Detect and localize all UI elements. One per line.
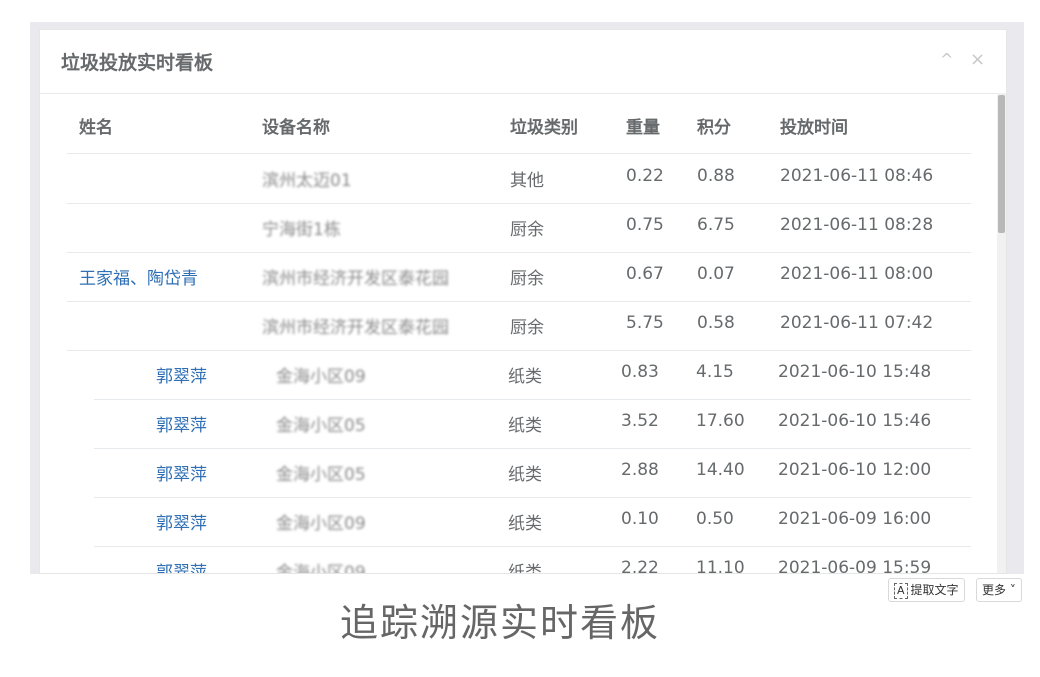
records-table: 姓名 设备名称 垃圾类别 重量 积分 投放时间 滨州太迈01 其他 0.22 0… <box>40 93 997 574</box>
row-time: 2021-06-10 12:00 <box>778 460 932 480</box>
row-name[interactable]: 郭翠萍 <box>156 558 207 573</box>
row-device: 金海小区09 <box>276 514 366 534</box>
row-weight: 0.22 <box>626 166 664 186</box>
row-weight: 0.10 <box>621 509 659 529</box>
row-weight: 2.88 <box>621 460 659 480</box>
row-time: 2021-06-09 15:59 <box>778 558 932 574</box>
row-device: 金海小区09 <box>276 563 366 574</box>
row-time: 2021-06-11 07:42 <box>780 313 934 333</box>
table-row[interactable]: 郭翠萍 金海小区09 纸类 0.10 0.50 2021-06-09 16:00 <box>94 497 971 547</box>
row-points: 0.58 <box>697 313 735 333</box>
table-row[interactable]: 滨州市经济开发区泰花园 厨余 5.75 0.58 2021-06-11 07:4… <box>67 301 971 351</box>
panel-title: 垃圾投放实时看板 <box>61 52 214 74</box>
row-time: 2021-06-09 16:00 <box>778 509 932 529</box>
row-device: 金海小区09 <box>276 367 366 387</box>
row-category: 厨余 <box>510 318 544 338</box>
row-name[interactable]: 郭翠萍 <box>156 411 207 436</box>
row-time: 2021-06-10 15:48 <box>778 362 932 382</box>
row-category: 纸类 <box>508 416 542 436</box>
row-device: 滨州市经济开发区泰花园 <box>262 269 449 289</box>
row-device: 金海小区05 <box>276 416 366 436</box>
row-name[interactable]: 郭翠萍 <box>156 460 207 485</box>
col-header-name: 姓名 <box>79 118 113 138</box>
row-time: 2021-06-11 08:46 <box>780 166 934 186</box>
row-points: 17.60 <box>696 411 745 431</box>
row-device: 金海小区05 <box>276 465 366 485</box>
table-row[interactable]: 宁海街1栋 厨余 0.75 6.75 2021-06-11 08:28 <box>67 203 971 253</box>
row-category: 纸类 <box>508 563 542 574</box>
vertical-scrollbar[interactable] <box>997 93 1006 573</box>
row-time: 2021-06-11 08:00 <box>780 264 934 284</box>
collapse-icon[interactable]: ^ <box>940 50 953 70</box>
row-weight: 0.83 <box>621 362 659 382</box>
row-name[interactable]: 王家福、陶岱青 <box>79 264 198 289</box>
row-points: 14.40 <box>696 460 745 480</box>
row-weight: 2.22 <box>621 558 659 574</box>
row-points: 0.50 <box>696 509 734 529</box>
row-device: 滨州太迈01 <box>262 171 352 191</box>
row-points: 4.15 <box>696 362 734 382</box>
realtime-dashboard-panel: 垃圾投放实时看板 ^ × 姓名 设备名称 垃圾类别 重量 积分 投放时间 滨州太… <box>39 29 1007 574</box>
table-row[interactable]: 郭翠萍 金海小区05 纸类 3.52 17.60 2021-06-10 15:4… <box>94 399 971 449</box>
row-category: 厨余 <box>510 220 544 240</box>
row-time: 2021-06-10 15:46 <box>778 411 932 431</box>
panel-header: 垃圾投放实时看板 ^ × <box>40 30 1006 94</box>
row-category: 纸类 <box>508 367 542 387</box>
scrollbar-thumb[interactable] <box>998 95 1005 233</box>
row-category: 纸类 <box>508 514 542 534</box>
row-weight: 3.52 <box>621 411 659 431</box>
col-header-category: 垃圾类别 <box>510 118 578 138</box>
table-row[interactable]: 滨州太迈01 其他 0.22 0.88 2021-06-11 08:46 <box>67 154 971 204</box>
row-points: 11.10 <box>696 558 745 574</box>
row-name[interactable]: 郭翠萍 <box>156 362 207 387</box>
close-icon[interactable]: × <box>970 50 985 70</box>
row-category: 纸类 <box>508 465 542 485</box>
row-points: 0.88 <box>697 166 735 186</box>
row-points: 0.07 <box>697 264 735 284</box>
row-device: 宁海街1栋 <box>262 220 341 240</box>
row-category: 厨余 <box>510 269 544 289</box>
table-row[interactable]: 王家福、陶岱青 滨州市经济开发区泰花园 厨余 0.67 0.07 2021-06… <box>67 252 971 302</box>
col-header-weight: 重量 <box>626 118 660 138</box>
table-row[interactable]: 郭翠萍 金海小区09 纸类 2.22 11.10 2021-06-09 15:5… <box>94 546 971 574</box>
row-points: 6.75 <box>697 215 735 235</box>
row-category: 其他 <box>510 171 544 191</box>
col-header-points: 积分 <box>697 118 731 138</box>
table-row[interactable]: 郭翠萍 金海小区05 纸类 2.88 14.40 2021-06-10 12:0… <box>94 448 971 498</box>
col-header-device: 设备名称 <box>262 118 330 138</box>
row-name[interactable]: 郭翠萍 <box>156 509 207 534</box>
table-row[interactable]: 郭翠萍 金海小区09 纸类 0.83 4.15 2021-06-10 15:48 <box>94 350 971 400</box>
col-header-time: 投放时间 <box>780 118 848 138</box>
row-device: 滨州市经济开发区泰花园 <box>262 318 449 338</box>
row-weight: 0.75 <box>626 215 664 235</box>
row-time: 2021-06-11 08:28 <box>780 215 934 235</box>
figure-caption: 追踪溯源实时看板 <box>339 601 660 645</box>
row-weight: 5.75 <box>626 313 664 333</box>
row-weight: 0.67 <box>626 264 664 284</box>
